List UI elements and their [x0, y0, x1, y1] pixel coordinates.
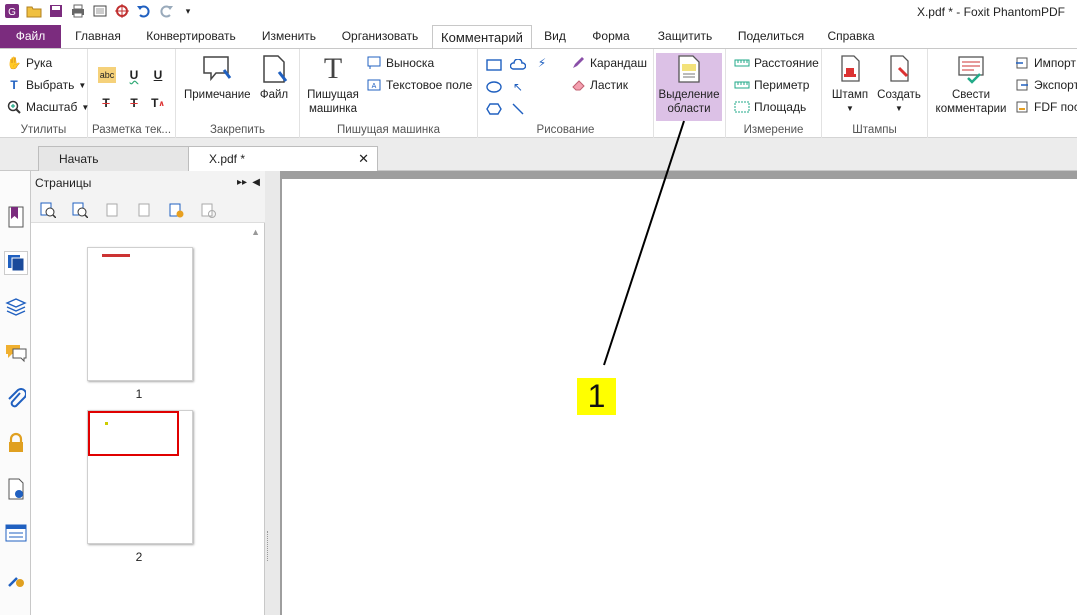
- annotation-pointer-line: [603, 120, 685, 366]
- annotation-line: [603, 120, 685, 366]
- annotation-label-1: 1: [577, 378, 616, 415]
